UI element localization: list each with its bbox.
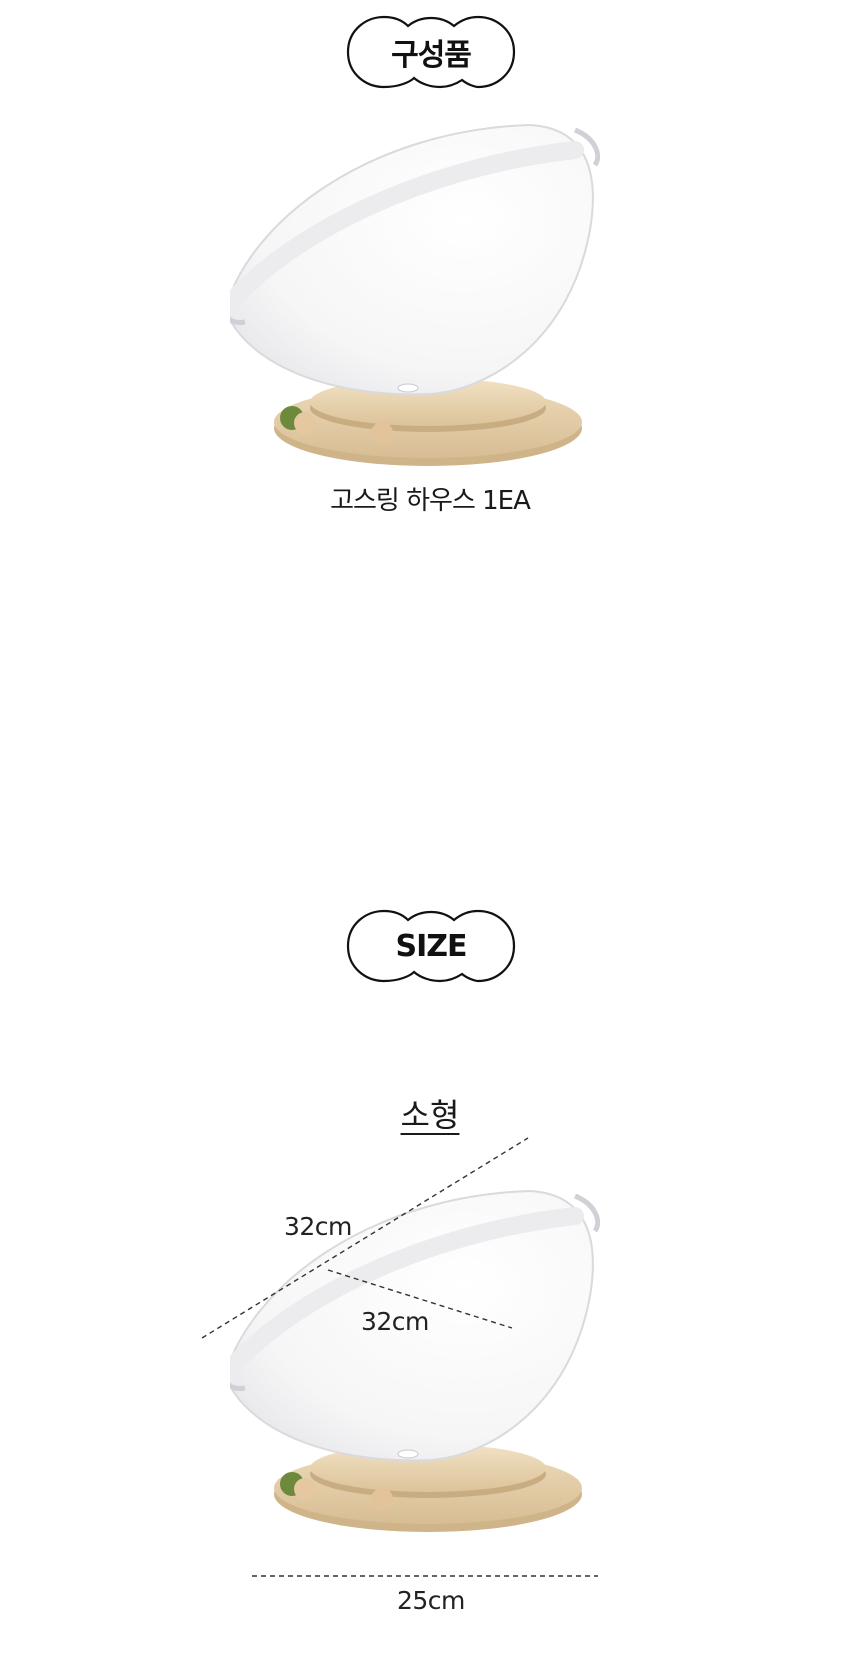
diagonal-dimension-label: 32cm — [284, 1212, 352, 1241]
dimension-lines — [201, 1137, 598, 1577]
depth-dimension-label: 32cm — [361, 1307, 429, 1336]
base-width-dimension-label: 25cm — [397, 1586, 465, 1615]
